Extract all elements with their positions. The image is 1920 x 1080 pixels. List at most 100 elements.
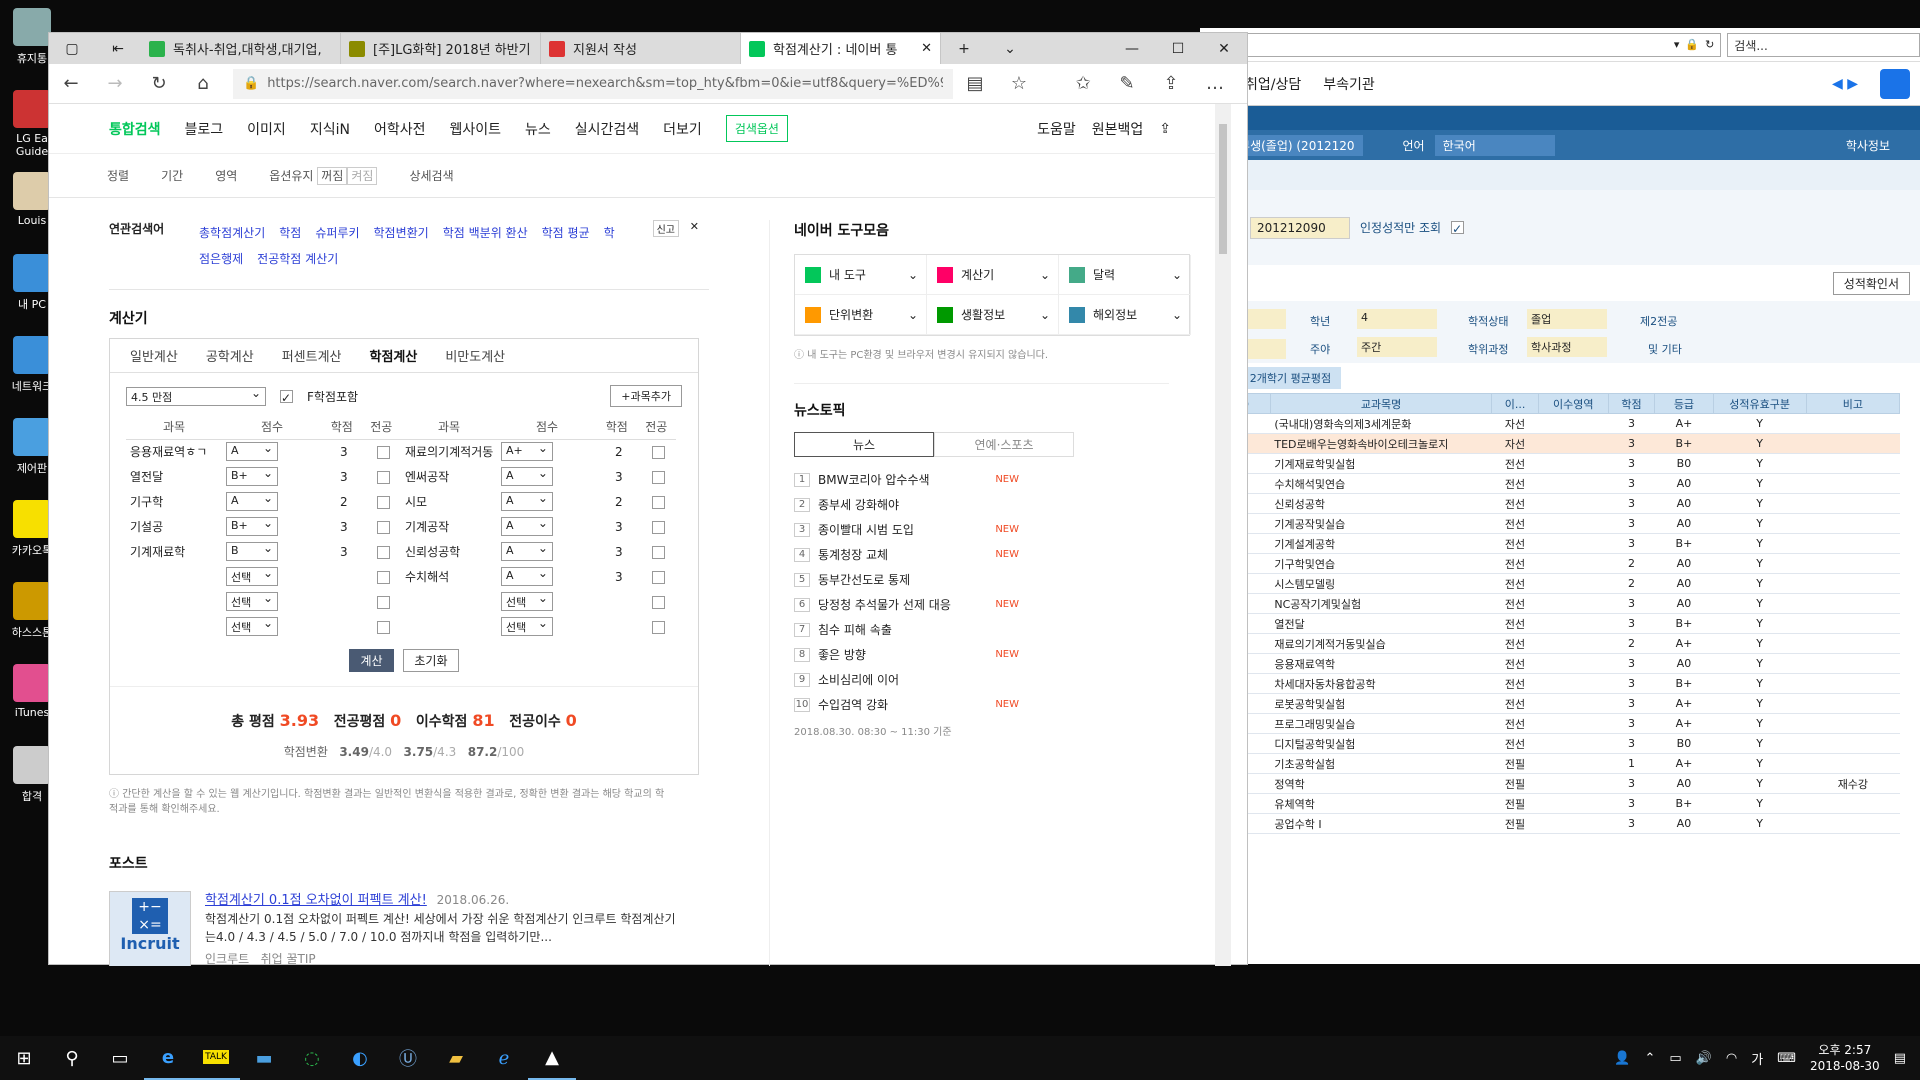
- browser-tab[interactable]: [주]LG화학] 2018년 하반기: [341, 33, 541, 64]
- tab-list-icon[interactable]: ⌄: [987, 33, 1033, 64]
- minimize-button[interactable]: —: [1109, 33, 1155, 64]
- gnb-item[interactable]: 실시간검색: [575, 122, 639, 138]
- credit-cell[interactable]: 3: [597, 464, 636, 489]
- clock[interactable]: 오후 2:57 2018-08-30: [1810, 1042, 1880, 1074]
- chevron-up-icon[interactable]: ⌃: [1644, 1051, 1655, 1066]
- course-name[interactable]: [126, 614, 222, 639]
- grade-row[interactable]: 24-301디지털공학및실험전선3B0Y: [1200, 733, 1900, 754]
- utility-icon[interactable]: Ⓤ: [384, 1036, 432, 1080]
- add-course-button[interactable]: +과목추가: [610, 385, 682, 407]
- reset-button[interactable]: 초기화: [403, 649, 459, 672]
- news-item[interactable]: 1 BMW코리아 압수수색 NEW: [794, 467, 1169, 492]
- post-source[interactable]: 인크루트: [205, 952, 249, 966]
- portal-window[interactable]: ▾ 🔒 ↻ 검색... 취업/상담 부속기관 ◀ ▶ 학부생(졸업) (2012…: [1200, 28, 1920, 964]
- credit-cell[interactable]: [597, 614, 636, 639]
- tool-item[interactable]: 내 도구 ⌄: [795, 255, 927, 295]
- related-keyword-link[interactable]: 학점변환기: [374, 226, 429, 240]
- grade-row[interactable]: 73-302기계설계공학전선3B+Y: [1200, 533, 1900, 554]
- course-name[interactable]: [401, 589, 497, 614]
- notification-icon[interactable]: ▤: [1894, 1051, 1906, 1066]
- calc-tab[interactable]: 퍼센트계산: [282, 346, 342, 365]
- start-icon[interactable]: ⊞: [0, 1036, 48, 1080]
- gnb-item[interactable]: 더보기: [663, 122, 702, 138]
- credit-cell[interactable]: 2: [597, 439, 636, 464]
- gnb-item[interactable]: 어학사전: [374, 122, 426, 138]
- major-checkbox[interactable]: [651, 495, 665, 509]
- grade-column-header[interactable]: 등급: [1654, 393, 1714, 414]
- ime-indicator[interactable]: 가: [1751, 1049, 1763, 1068]
- news-title[interactable]: 당정청 추석물가 선제 대응: [818, 596, 951, 613]
- grade-row[interactable]: 32-301NC공작기계및실험전선3A0Y: [1200, 593, 1900, 614]
- favorite-star-icon[interactable]: ☆: [997, 73, 1041, 94]
- related-keyword-link[interactable]: 전공학점 계산기: [257, 252, 338, 266]
- close-tab-icon[interactable]: ✕: [921, 41, 932, 56]
- course-name[interactable]: 신뢰성공학: [401, 539, 497, 564]
- news-item[interactable]: 5 동부간선도로 통제: [794, 567, 1169, 592]
- course-name[interactable]: 재료의기계적거동: [401, 439, 497, 464]
- search-icon[interactable]: ⚲: [48, 1036, 96, 1080]
- keyboard-icon[interactable]: ⌨: [1777, 1051, 1796, 1066]
- calc-tab[interactable]: 공학계산: [206, 346, 254, 365]
- course-name[interactable]: 열전달: [126, 464, 222, 489]
- back-icon[interactable]: ←: [49, 73, 93, 94]
- grade-select[interactable]: 선택: [226, 616, 278, 636]
- course-name[interactable]: 기설공: [126, 514, 222, 539]
- credit-cell[interactable]: 2: [322, 489, 361, 514]
- grade-row[interactable]: 75-301차세대자동차융합공학전선3B+Y: [1200, 673, 1900, 694]
- grade-select[interactable]: A: [500, 566, 553, 586]
- report-button[interactable]: 신고: [652, 220, 679, 237]
- chevron-down-icon[interactable]: ⌄: [1040, 308, 1050, 322]
- gnb-item[interactable]: 지식iN: [310, 122, 350, 138]
- grade-column-header[interactable]: 교과목명: [1269, 393, 1493, 414]
- chevron-down-icon[interactable]: ⌄: [908, 268, 918, 282]
- kakaotalk-icon[interactable]: TALK: [192, 1036, 240, 1080]
- grade-select[interactable]: B+: [226, 466, 278, 486]
- people-icon[interactable]: 👤: [1614, 1051, 1630, 1066]
- news-title[interactable]: 소비심리에 이어: [818, 671, 899, 688]
- course-name[interactable]: [401, 614, 497, 639]
- calc-tab[interactable]: 비만도계산: [445, 346, 505, 365]
- scale-select[interactable]: 4.5 만점: [126, 386, 266, 406]
- photos-icon[interactable]: ▲: [528, 1036, 576, 1080]
- news-item[interactable]: 7 침수 피해 속출: [794, 617, 1169, 642]
- major-checkbox[interactable]: [376, 520, 390, 534]
- portal-search-input[interactable]: 검색...: [1727, 32, 1920, 57]
- sports-tab[interactable]: 연예·스포츠: [934, 432, 1074, 457]
- grade-row[interactable]: 07-304정역학전필3A0Y재수강: [1200, 773, 1900, 794]
- news-item[interactable]: 6 당정청 추석물가 선제 대응 NEW: [794, 592, 1169, 617]
- grade-row[interactable]: 27-302프로그래밍및실습전선3A+Y: [1200, 713, 1900, 734]
- news-item[interactable]: 4 통계청장 교체 NEW: [794, 542, 1169, 567]
- close-window-button[interactable]: ✕: [1201, 33, 1247, 64]
- news-item[interactable]: 8 좋은 방향 NEW: [794, 642, 1169, 667]
- home-icon[interactable]: ⌂: [181, 73, 225, 94]
- course-name[interactable]: 시모: [401, 489, 497, 514]
- task-view-icon[interactable]: ▭: [96, 1036, 144, 1080]
- related-keyword-link[interactable]: 학점 평균: [542, 226, 590, 240]
- browser-tab[interactable]: 지원서 작성: [541, 33, 741, 64]
- calc-tab[interactable]: 일반계산: [130, 346, 178, 365]
- news-title[interactable]: 통계청장 교체: [818, 546, 888, 563]
- student-id-field[interactable]: 201212090: [1250, 216, 1350, 239]
- major-checkbox[interactable]: [651, 545, 665, 559]
- grade-row[interactable]: 24-301공업수학 I전필3A0Y: [1200, 813, 1900, 834]
- calculate-button[interactable]: 계산: [349, 649, 394, 672]
- grade-row[interactable]: 50-301기계재료학및실험전선3B0Y: [1200, 453, 1900, 474]
- edge-icon[interactable]: e: [144, 1036, 192, 1080]
- reading-view-icon[interactable]: ▤: [953, 73, 997, 94]
- forward-icon[interactable]: →: [93, 73, 137, 94]
- chevron-down-icon[interactable]: ⌄: [1172, 268, 1182, 282]
- major-checkbox[interactable]: [376, 620, 390, 634]
- confirm-only-checkbox[interactable]: ✓: [1451, 221, 1465, 236]
- portal-url-box[interactable]: ▾ 🔒 ↻: [1240, 32, 1722, 57]
- major-checkbox[interactable]: [651, 595, 665, 609]
- grade-row[interactable]: 44-901TED로배우는영화속바이오테크놀로지자선3B+Y: [1200, 433, 1900, 454]
- page-scrollbar[interactable]: [1215, 104, 1231, 966]
- app-icon[interactable]: ◌: [288, 1036, 336, 1080]
- news-title[interactable]: 좋은 방향: [818, 646, 866, 663]
- gnb-item[interactable]: 블로그: [185, 122, 224, 138]
- tool-item[interactable]: 해외정보 ⌄: [1059, 295, 1191, 335]
- credit-cell[interactable]: [322, 564, 361, 589]
- news-title[interactable]: 종부세 강화해야: [818, 496, 899, 513]
- grade-row[interactable]: 21-301기구학및연습전선2A0Y: [1200, 553, 1900, 574]
- news-item[interactable]: 3 종이빨대 시범 도입 NEW: [794, 517, 1169, 542]
